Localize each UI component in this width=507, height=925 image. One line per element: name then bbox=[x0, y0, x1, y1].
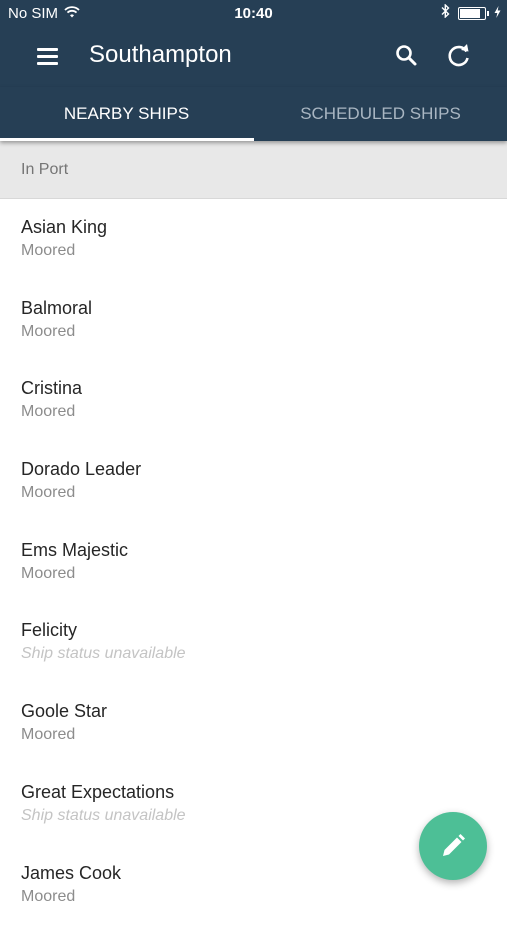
status-bar: No SIM 10:40 bbox=[0, 0, 507, 27]
ship-name: Felicity bbox=[21, 620, 77, 641]
ship-name: Great Expectations bbox=[21, 782, 174, 803]
app-bar: Southampton bbox=[0, 27, 507, 87]
search-icon bbox=[390, 60, 424, 77]
ship-status: Moored bbox=[21, 888, 75, 906]
ship-list-item[interactable]: Felicity Ship status unavailable bbox=[0, 602, 507, 683]
ship-status: Ship status unavailable bbox=[21, 807, 186, 825]
pencil-icon bbox=[440, 833, 466, 859]
ship-list-item[interactable]: Dorado Leader Moored bbox=[0, 441, 507, 522]
search-button[interactable] bbox=[390, 39, 424, 73]
ship-list-item[interactable]: Ems Majestic Moored bbox=[0, 522, 507, 603]
ship-list-item[interactable]: Cristina Moored bbox=[0, 360, 507, 441]
ship-status: Moored bbox=[21, 242, 75, 260]
tab-indicator bbox=[0, 138, 254, 141]
page-title: Southampton bbox=[89, 41, 232, 69]
charging-icon bbox=[494, 5, 501, 22]
battery-icon bbox=[458, 7, 486, 20]
ship-name: Balmoral bbox=[21, 298, 92, 319]
ship-status: Moored bbox=[21, 323, 75, 341]
tab-nearby-ships[interactable]: NEARBY SHIPS bbox=[0, 87, 253, 141]
ship-status: Moored bbox=[21, 726, 75, 744]
ship-list-item[interactable]: Asian King Moored bbox=[0, 199, 507, 280]
battery-level bbox=[460, 9, 480, 18]
menu-icon-bar bbox=[37, 55, 58, 58]
tab-bar: NEARBY SHIPS SCHEDULED SHIPS bbox=[0, 87, 507, 141]
edit-fab-button[interactable] bbox=[419, 812, 487, 880]
refresh-icon bbox=[442, 60, 476, 77]
menu-icon bbox=[37, 48, 58, 51]
ship-status: Moored bbox=[21, 565, 75, 583]
ship-name: Cristina bbox=[21, 378, 82, 399]
ship-name: Ems Majestic bbox=[21, 540, 128, 561]
ship-name: Goole Star bbox=[21, 701, 107, 722]
tab-scheduled-ships[interactable]: SCHEDULED SHIPS bbox=[254, 87, 507, 141]
ship-name: Asian King bbox=[21, 217, 107, 238]
menu-icon-bar bbox=[37, 62, 58, 65]
ship-list-item[interactable]: Balmoral Moored bbox=[0, 280, 507, 361]
ship-status: Ship status unavailable bbox=[21, 645, 186, 663]
section-header: In Port bbox=[0, 141, 507, 199]
ship-status: Moored bbox=[21, 403, 75, 421]
ship-list: Asian King Moored Balmoral Moored Cristina Mo… bbox=[0, 199, 507, 925]
ship-list-item[interactable]: Goole Star Moored bbox=[0, 683, 507, 764]
status-time: 10:40 bbox=[0, 5, 507, 22]
ship-name: James Cook bbox=[21, 863, 121, 884]
menu-button[interactable] bbox=[28, 43, 68, 71]
bluetooth-icon bbox=[441, 4, 450, 22]
ship-name: Dorado Leader bbox=[21, 459, 141, 480]
ship-status: Moored bbox=[21, 484, 75, 502]
section-title: In Port bbox=[21, 161, 68, 179]
refresh-button[interactable] bbox=[442, 39, 476, 73]
